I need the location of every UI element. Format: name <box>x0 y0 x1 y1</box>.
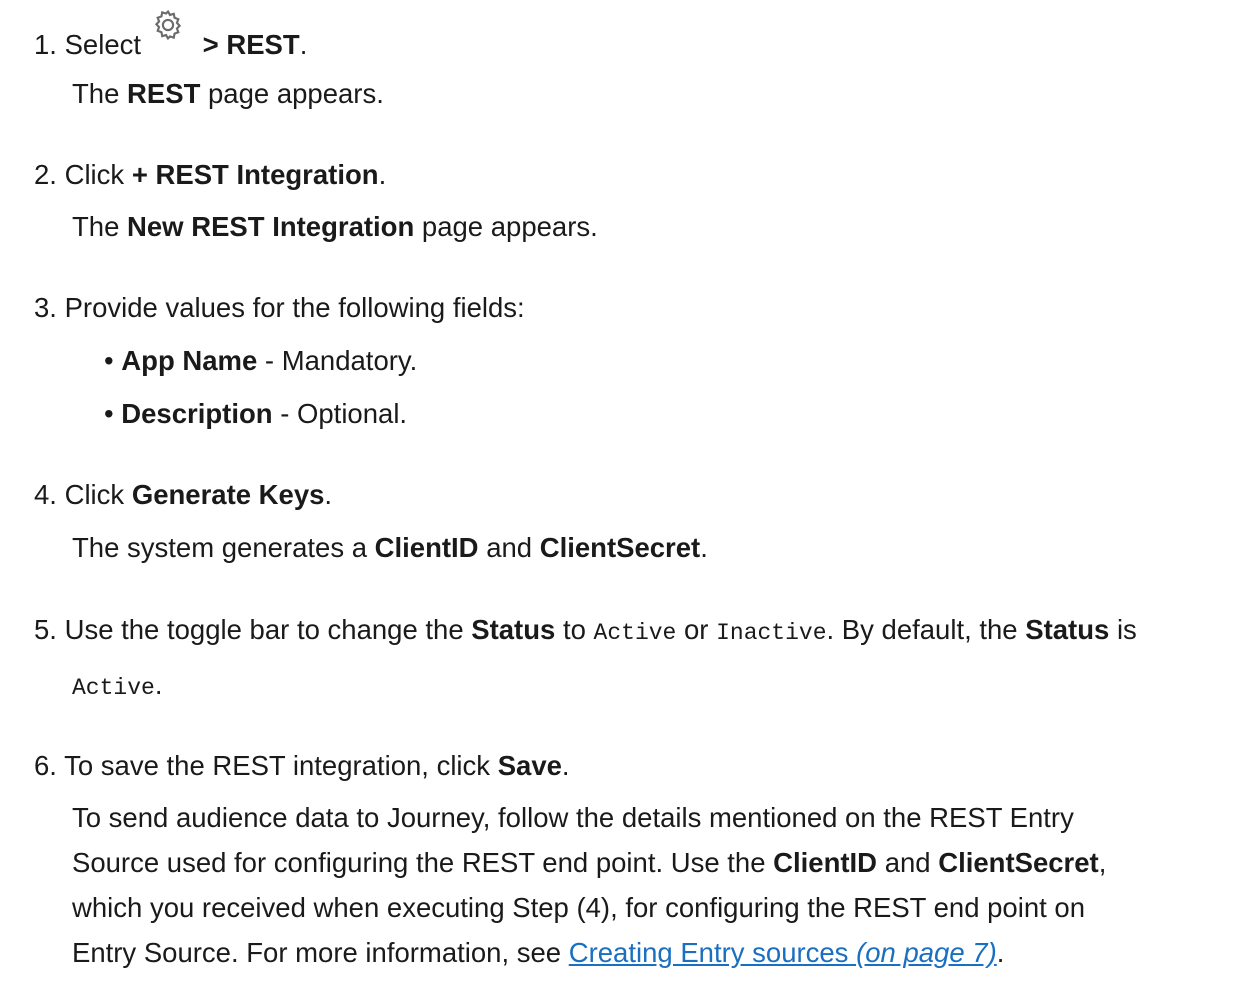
step-number: 6. <box>34 750 57 781</box>
step-text: is <box>1116 614 1137 645</box>
paragraph-line: which you received when executing Step (… <box>72 889 1085 927</box>
result-bold: ClientSecret <box>539 532 701 563</box>
page-reference[interactable]: (on page 7) <box>856 937 997 968</box>
paragraph-line: Entry Source. For more information, see … <box>72 934 1004 972</box>
field-desc: - Optional. <box>272 398 408 429</box>
punctuation: , <box>1098 847 1107 878</box>
step-4-result: The system generates a ClientID and Clie… <box>72 529 708 567</box>
step-text: Use the toggle bar to change the <box>64 614 464 645</box>
step-1-result: The REST page appears. <box>72 75 384 113</box>
step-5-continued: Active. <box>72 666 162 707</box>
result-bold: New REST Integration <box>127 211 415 242</box>
step-2-result: The New REST Integration page appears. <box>72 208 598 246</box>
paragraph-line: To send audience data to Journey, follow… <box>72 799 1074 837</box>
paragraph-text: and <box>884 847 931 878</box>
menu-path: > REST <box>202 29 300 60</box>
step-number: 2. <box>34 159 57 190</box>
punctuation: . <box>154 669 163 700</box>
button-name: Generate Keys <box>131 479 325 510</box>
code-value: Active <box>72 675 155 701</box>
punctuation: . <box>378 159 387 190</box>
bullet-icon: • <box>104 398 114 429</box>
creating-entry-sources-link[interactable]: Creating Entry sources (on page 7) <box>569 937 997 968</box>
step-text: . By default, the <box>826 614 1018 645</box>
paragraph-text: Entry Source. For more information, see <box>72 937 562 968</box>
step-number: 5. <box>34 614 57 645</box>
step-text: Click <box>64 159 125 190</box>
result-bold: ClientID <box>374 532 479 563</box>
code-value: Inactive <box>716 620 827 646</box>
button-name: Save <box>497 750 562 781</box>
link-text[interactable]: Creating Entry sources <box>569 937 849 968</box>
paragraph-line: Source used for configuring the REST end… <box>72 844 1106 882</box>
step-text: Provide values for the following fields: <box>64 292 525 323</box>
result-bold: REST <box>127 78 201 109</box>
step-1: 1. Select > REST. <box>34 9 1226 64</box>
result-text: The <box>72 211 120 242</box>
step-text: Select <box>64 29 142 60</box>
step-5: 5. Use the toggle bar to change the Stat… <box>34 611 1226 652</box>
gear-icon <box>151 8 185 42</box>
step-3: 3. Provide values for the following fiel… <box>34 289 1226 327</box>
step-number: 1. <box>34 29 57 60</box>
step-text: to <box>562 614 586 645</box>
field-desc: - Mandatory. <box>257 345 418 376</box>
punctuation: . <box>996 937 1005 968</box>
paragraph-bold: ClientSecret <box>938 847 1099 878</box>
paragraph-text: which you received when executing Step (… <box>72 892 1086 923</box>
punctuation: . <box>324 479 333 510</box>
step-text: or <box>684 614 709 645</box>
bullet-icon: • <box>104 345 114 376</box>
paragraph-text: Source used for configuring the REST end… <box>72 847 766 878</box>
step-4: 4. Click Generate Keys. <box>34 476 1226 514</box>
code-value: Active <box>593 620 677 646</box>
step-number: 4. <box>34 479 57 510</box>
step-6: 6. To save the REST integration, click S… <box>34 747 1226 785</box>
field-item: • Description - Optional. <box>104 395 407 433</box>
step-text: To save the REST integration, click <box>64 750 491 781</box>
field-name: Description <box>121 398 273 429</box>
punctuation: . <box>561 750 570 781</box>
field-name: App Name <box>121 345 258 376</box>
field-name: Status <box>1025 614 1110 645</box>
field-name: Status <box>471 614 556 645</box>
button-name: + REST Integration <box>131 159 379 190</box>
result-text: page appears. <box>208 78 384 109</box>
result-text: The <box>72 78 120 109</box>
punctuation: . <box>299 29 308 60</box>
result-text: The system generates a <box>72 532 368 563</box>
field-item: • App Name - Mandatory. <box>104 342 417 380</box>
punctuation: . <box>700 532 708 563</box>
step-2: 2. Click + REST Integration. <box>34 156 1226 194</box>
result-text: and <box>486 532 533 563</box>
step-text: Click <box>64 479 125 510</box>
paragraph-text: To send audience data to Journey, follow… <box>72 802 1074 833</box>
step-number: 3. <box>34 292 57 323</box>
paragraph-bold: ClientID <box>773 847 878 878</box>
result-text: page appears. <box>421 211 598 242</box>
